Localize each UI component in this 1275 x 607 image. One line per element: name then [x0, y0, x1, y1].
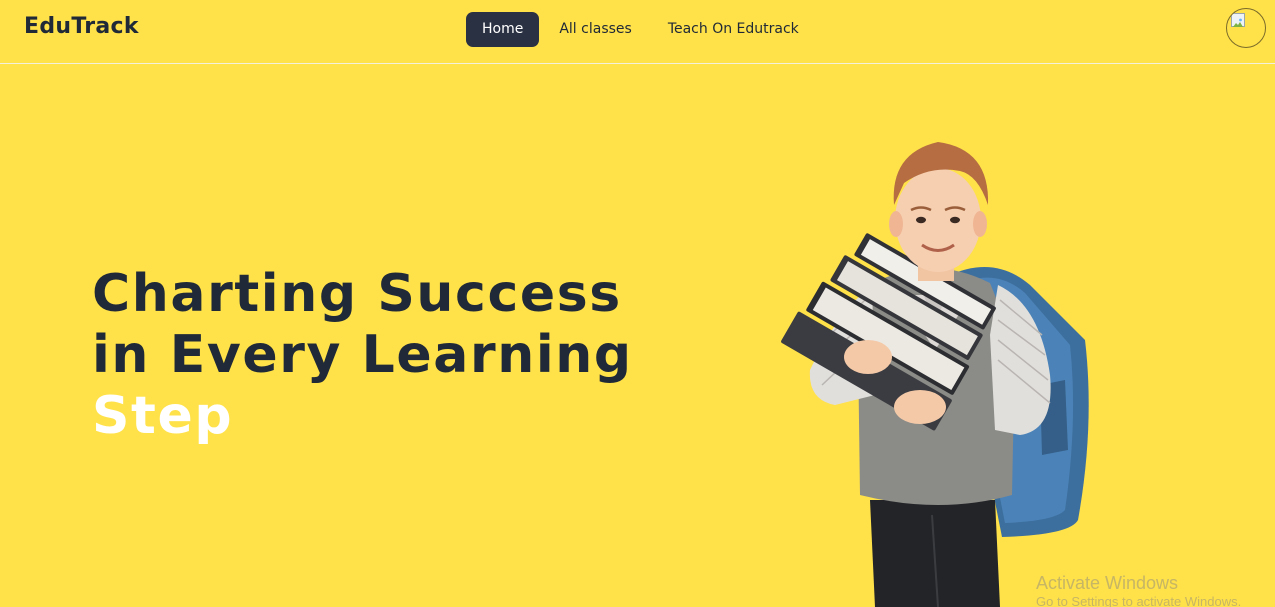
broken-image-icon [1231, 13, 1245, 27]
hero-title-line-1: Charting Success [92, 264, 622, 324]
brand-logo[interactable]: EduTrack [24, 14, 139, 39]
nav-home[interactable]: Home [466, 12, 540, 47]
activate-windows-watermark: Activate Windows Go to Settings to activ… [1036, 572, 1241, 607]
hero-title-accent: Step [92, 386, 234, 446]
navbar: EduTrack Home All classes Teach On Edutr… [0, 0, 1275, 64]
nav-teach-on-edutrack[interactable]: Teach On Edutrack [652, 12, 815, 47]
hero-title: Charting Success in Every Learning Step [92, 264, 633, 447]
page: EduTrack Home All classes Teach On Edutr… [0, 0, 1275, 607]
hero-title-line-2: in Every Learning [92, 325, 633, 385]
watermark-line-2: Go to Settings to activate Windows. [1036, 594, 1242, 607]
hero-student-image [781, 142, 1089, 607]
nav-all-classes[interactable]: All classes [543, 12, 647, 47]
user-avatar[interactable] [1226, 8, 1266, 48]
watermark-line-1: Activate Windows [1036, 573, 1179, 593]
nav-links: Home All classes Teach On Edutrack [466, 12, 815, 47]
